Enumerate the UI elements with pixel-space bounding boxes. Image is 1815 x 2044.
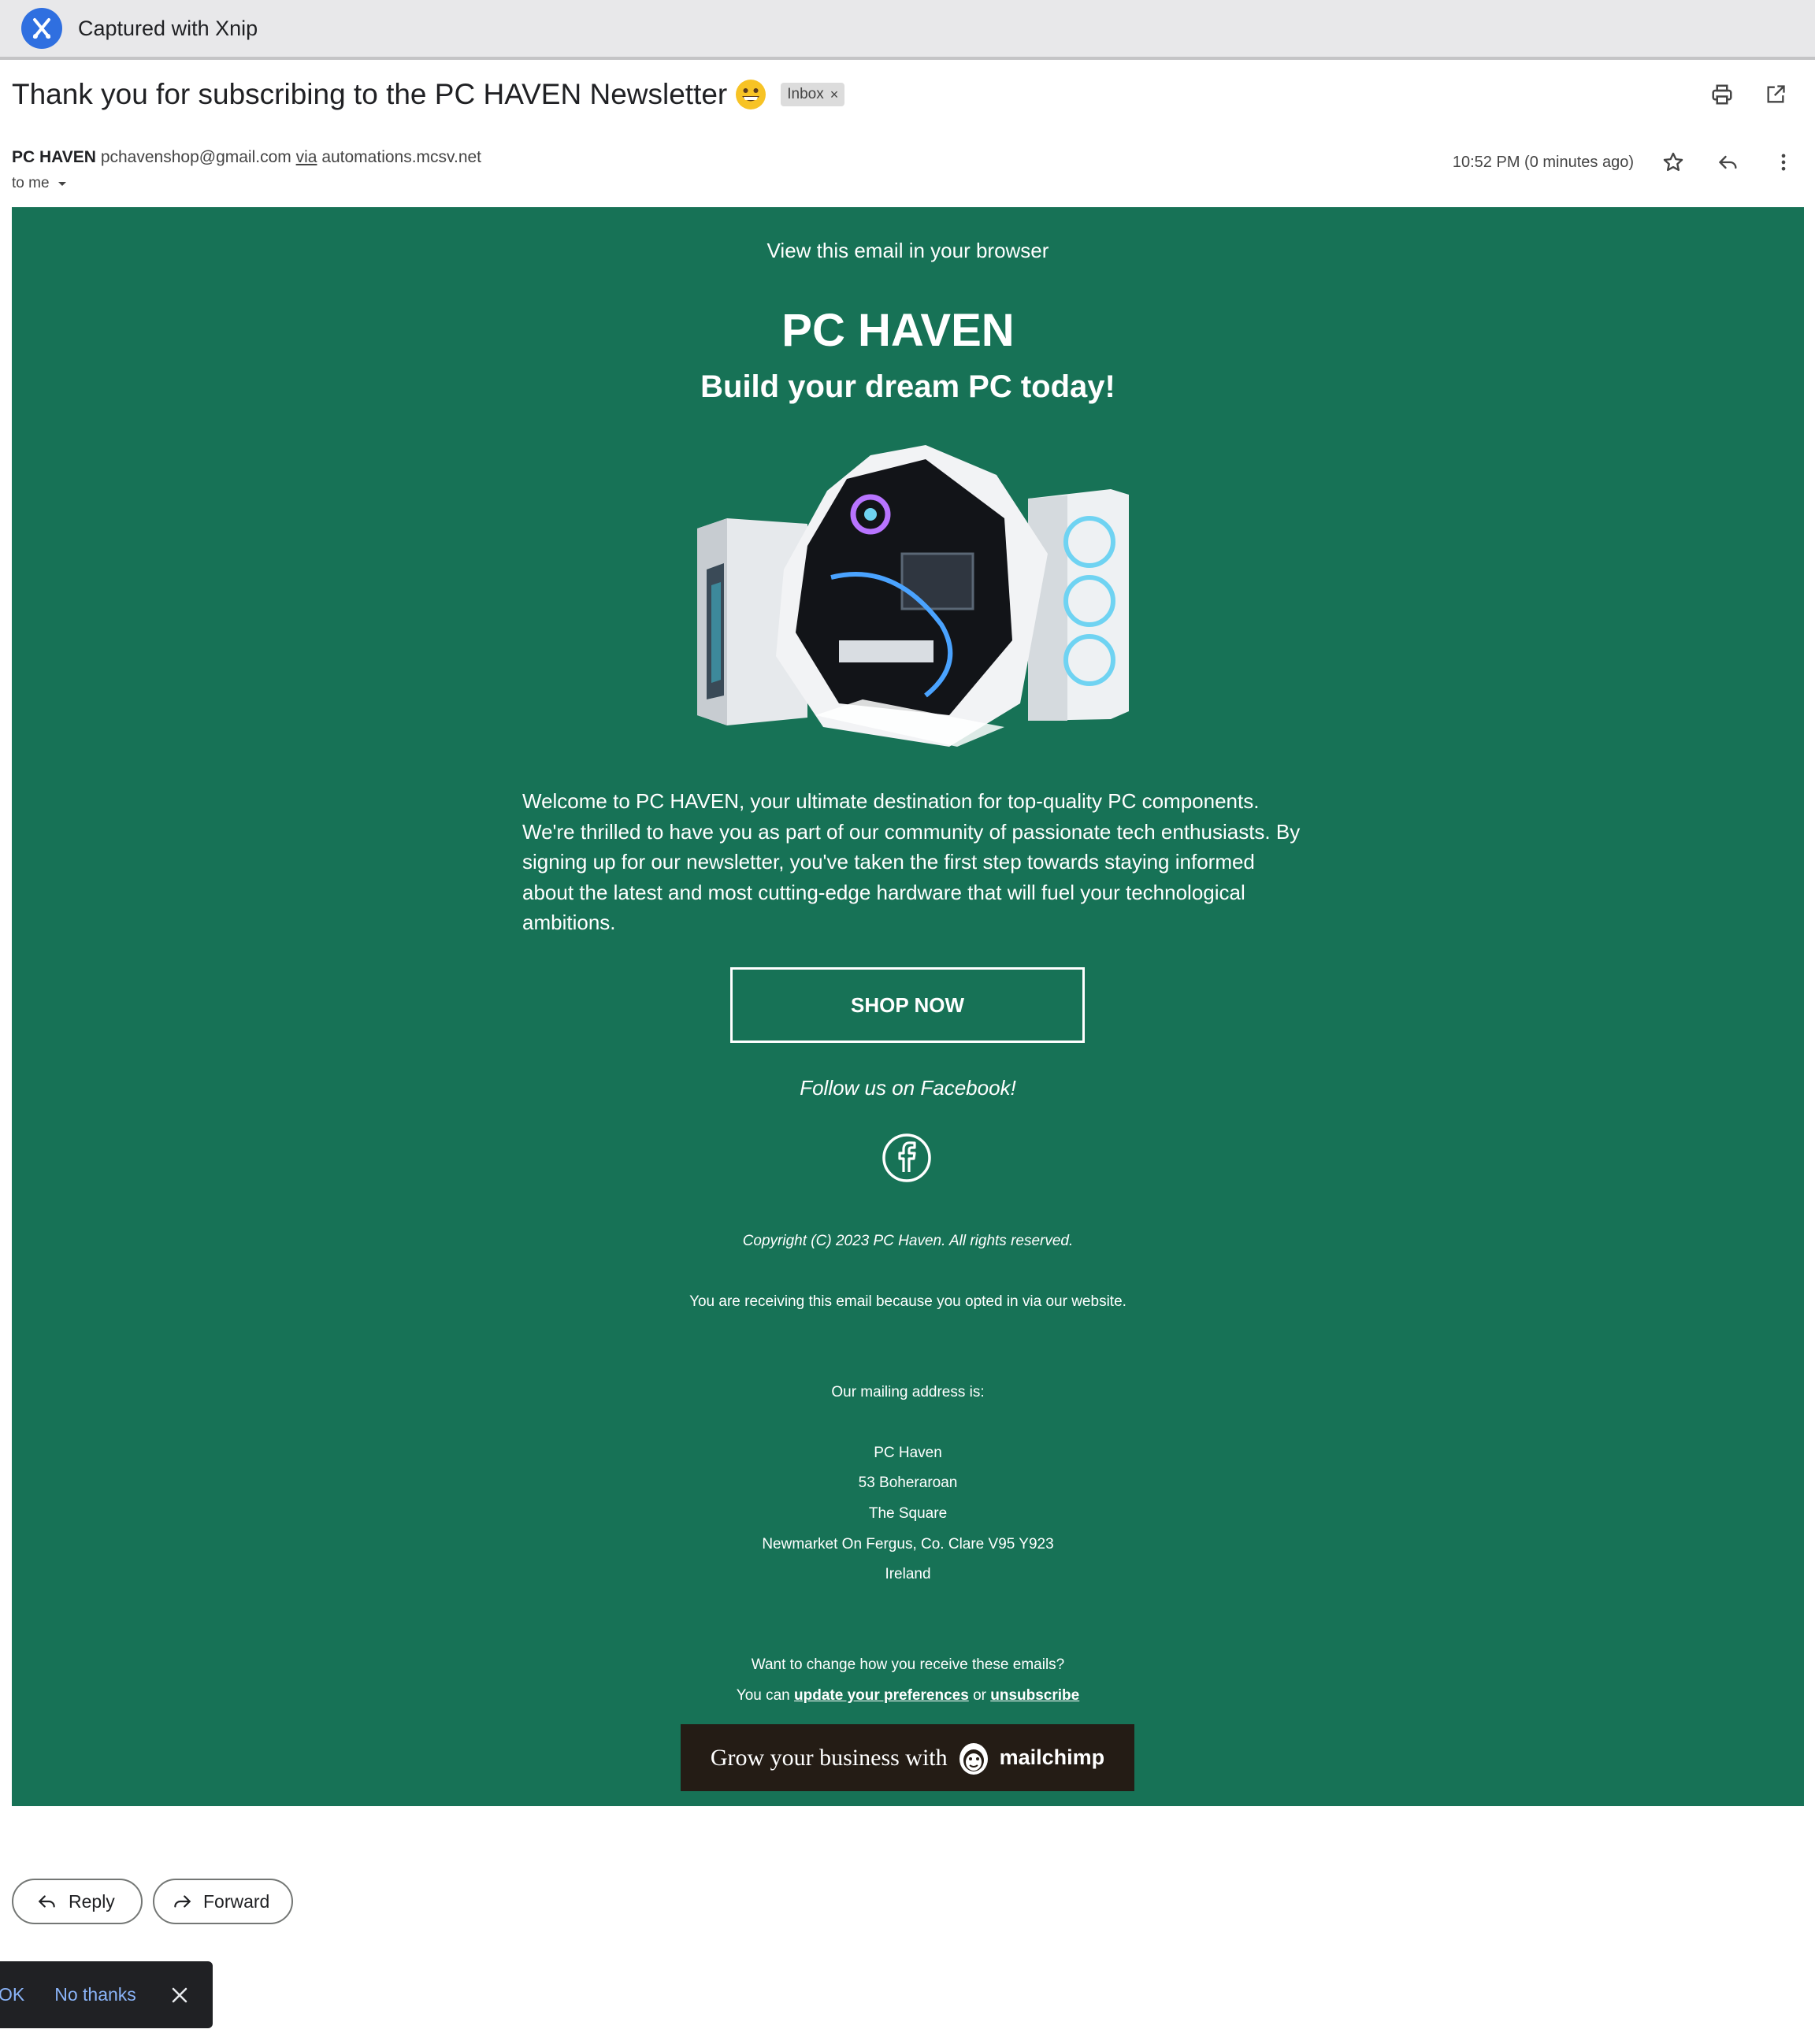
recipient-text: to me bbox=[12, 175, 50, 191]
prefs-or: or bbox=[973, 1687, 986, 1704]
recipient-row[interactable]: to me bbox=[12, 175, 69, 192]
mailchimp-wordmark: mailchimp bbox=[999, 1745, 1105, 1769]
timestamp: 10:52 PM (0 minutes ago) bbox=[1452, 153, 1634, 171]
address-line: PC Haven bbox=[874, 1445, 942, 1461]
mailchimp-text: Grow your business with bbox=[710, 1744, 948, 1771]
sender-name: PC HAVEN bbox=[12, 148, 96, 166]
copyright-text: Copyright (C) 2023 PC Haven. All rights … bbox=[742, 1233, 1074, 1249]
snackbar-ok-button[interactable]: OK bbox=[0, 1984, 24, 2005]
message-meta: 10:52 PM (0 minutes ago) bbox=[1453, 147, 1799, 178]
via-link[interactable]: via bbox=[296, 148, 317, 166]
forward-button[interactable]: Forward bbox=[153, 1879, 293, 1924]
shop-now-button[interactable]: SHOP NOW bbox=[730, 967, 1085, 1043]
receiving-reason-text: You are receiving this email because you… bbox=[689, 1293, 1126, 1310]
preferences-line: You can update your preferences or unsub… bbox=[12, 1687, 1804, 1705]
inbox-label-text: Inbox bbox=[787, 86, 824, 102]
tagline: Build your dream PC today! bbox=[700, 369, 1115, 404]
reply-button[interactable]: Reply bbox=[12, 1879, 143, 1924]
close-icon[interactable] bbox=[168, 1983, 191, 2007]
star-icon[interactable] bbox=[1657, 147, 1689, 178]
pc-cases-hero-image bbox=[697, 445, 1129, 747]
mailchimp-logo-icon bbox=[959, 1742, 988, 1775]
view-in-browser-link[interactable]: View this email in your browser bbox=[12, 239, 1804, 263]
snackbar: OK No thanks bbox=[0, 1961, 213, 2028]
inbox-label-badge: Inbox × bbox=[781, 83, 845, 106]
email-subject: Thank you for subscribing to the PC HAVE… bbox=[12, 78, 728, 110]
subject-row: Thank you for subscribing to the PC HAVE… bbox=[12, 75, 845, 114]
forward-icon bbox=[174, 1895, 191, 1908]
unsubscribe-link[interactable]: unsubscribe bbox=[990, 1687, 1079, 1704]
follow-facebook-text: Follow us on Facebook! bbox=[800, 1076, 1016, 1100]
capture-bar: Captured with Xnip bbox=[0, 0, 1815, 60]
capture-title: Captured with Xnip bbox=[78, 16, 258, 40]
address-line: 53 Boheraroan bbox=[858, 1475, 958, 1491]
reply-icon[interactable] bbox=[1713, 147, 1744, 178]
newsletter-body: View this email in your browser PC HAVEN… bbox=[12, 207, 1804, 1806]
reply-icon bbox=[38, 1895, 55, 1908]
sender-row: PC HAVEN pchavenshop@gmail.com via autom… bbox=[12, 148, 481, 167]
facebook-icon[interactable] bbox=[882, 1133, 932, 1183]
grinning-face-emoji-icon bbox=[735, 79, 766, 110]
address-line: Newmarket On Fergus, Co. Clare V95 Y923 bbox=[762, 1536, 1054, 1552]
dropdown-arrow-icon[interactable] bbox=[56, 177, 69, 190]
mailing-address-label: Our mailing address is: bbox=[831, 1384, 985, 1400]
top-actions bbox=[1706, 79, 1791, 110]
address-line: The Square bbox=[868, 1505, 948, 1522]
sender-email: pchavenshop@gmail.com bbox=[100, 148, 291, 166]
via-domain: automations.mcsv.net bbox=[321, 148, 482, 166]
open-in-new-window-icon[interactable] bbox=[1760, 79, 1791, 110]
snackbar-no-thanks-button[interactable]: No thanks bbox=[54, 1984, 136, 2005]
update-preferences-link[interactable]: update your preferences bbox=[794, 1687, 969, 1704]
remove-label-button[interactable]: × bbox=[830, 87, 839, 103]
brand-title: PC HAVEN bbox=[781, 305, 1015, 356]
change-preferences-question: Want to change how you receive these ema… bbox=[751, 1656, 1065, 1673]
more-vert-icon[interactable] bbox=[1768, 147, 1799, 178]
mailchimp-badge[interactable]: Grow your business with mailchimp bbox=[681, 1724, 1134, 1791]
welcome-paragraph: Welcome to PC HAVEN, your ultimate desti… bbox=[522, 789, 1301, 934]
xnip-logo-icon bbox=[21, 8, 62, 49]
address-line: Ireland bbox=[885, 1566, 931, 1582]
prefs-prefix: You can bbox=[736, 1687, 790, 1704]
forward-label: Forward bbox=[203, 1890, 270, 1912]
print-icon[interactable] bbox=[1706, 79, 1738, 110]
reply-label: Reply bbox=[69, 1890, 115, 1912]
